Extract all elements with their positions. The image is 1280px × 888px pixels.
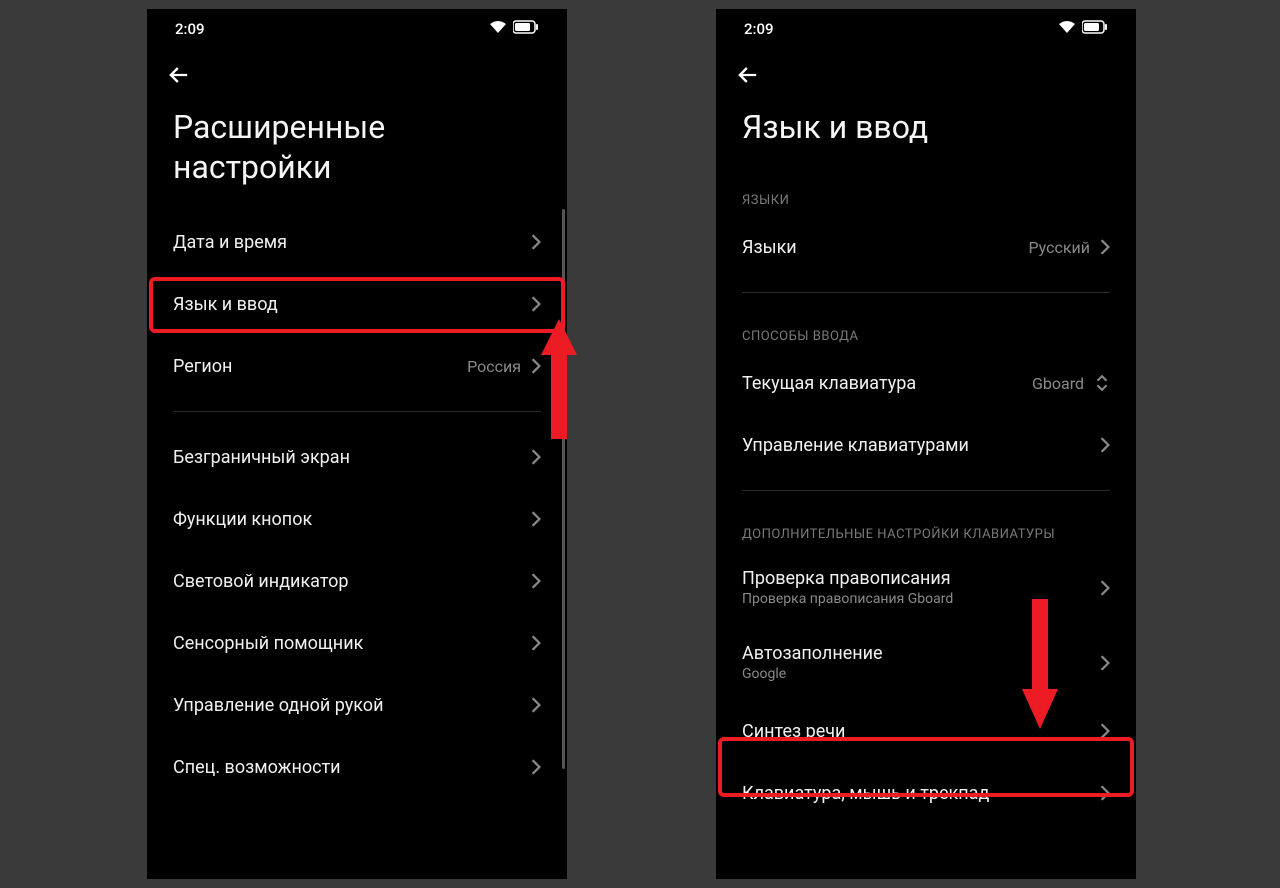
item-sensor-assist[interactable]: Сенсорный помощник (147, 612, 567, 674)
phone-screenshot-left: 2:09 Расширенные настройки Дата и время … (147, 9, 567, 879)
clock: 2:09 (175, 20, 205, 38)
status-bar: 2:09 (716, 9, 1136, 49)
item-label: Дата и время (173, 232, 287, 253)
status-icons (1052, 20, 1108, 38)
chevron-right-icon (531, 296, 541, 312)
section-header-languages: ЯЗЫКИ (716, 171, 1136, 216)
item-button-functions[interactable]: Функции кнопок (147, 488, 567, 550)
item-led[interactable]: Световой индикатор (147, 550, 567, 612)
item-label: Языки (742, 237, 797, 258)
clock: 2:09 (744, 20, 774, 38)
item-accessibility[interactable]: Спец. возможности (147, 736, 567, 798)
status-bar: 2:09 (147, 9, 567, 49)
chevron-right-icon (531, 511, 541, 527)
page-title: Расширенные настройки (147, 97, 567, 211)
chevron-right-icon (531, 449, 541, 465)
chevron-right-icon (1100, 580, 1110, 596)
chevron-right-icon (1100, 785, 1110, 801)
battery-icon (513, 20, 539, 38)
item-one-hand[interactable]: Управление одной рукой (147, 674, 567, 736)
item-value: Россия (467, 357, 521, 376)
item-value: Gboard (1032, 374, 1084, 393)
chevron-right-icon (531, 573, 541, 589)
item-label: Спец. возможности (173, 757, 341, 778)
back-button[interactable] (147, 49, 567, 97)
wifi-icon (489, 20, 507, 38)
item-fullscreen[interactable]: Безграничный экран (147, 426, 567, 488)
item-label: Световой индикатор (173, 571, 348, 592)
divider (173, 411, 541, 412)
chevron-right-icon (1100, 437, 1110, 453)
item-label: Текущая клавиатура (742, 373, 916, 394)
item-subtitle: Проверка правописания Gboard (742, 591, 953, 607)
item-label: Регион (173, 356, 232, 377)
chevron-right-icon (1100, 239, 1110, 255)
item-subtitle: Google (742, 666, 883, 682)
wifi-icon (1058, 20, 1076, 38)
battery-icon (1082, 20, 1108, 38)
item-label: Проверка правописания (742, 568, 953, 589)
section-header-input-methods: СПОСОБЫ ВВОДА (716, 307, 1136, 352)
item-spellcheck[interactable]: Проверка правописания Проверка правописа… (716, 550, 1136, 625)
divider (742, 490, 1110, 491)
item-value: Русский (1028, 238, 1090, 257)
page-title: Язык и ввод (716, 97, 1136, 171)
item-label: Клавиатура, мышь и трекпад (742, 783, 989, 804)
item-label: Управление клавиатурами (742, 435, 969, 456)
item-label: Синтез речи (742, 721, 845, 742)
item-label: Язык и ввод (173, 294, 278, 315)
item-keyboard-mouse-trackpad[interactable]: Клавиатура, мышь и трекпад (716, 762, 1136, 824)
item-tts[interactable]: Синтез речи (716, 700, 1136, 762)
divider (742, 292, 1110, 293)
item-label: Сенсорный помощник (173, 633, 363, 654)
status-icons (483, 20, 539, 38)
item-manage-keyboards[interactable]: Управление клавиатурами (716, 414, 1136, 476)
chevron-right-icon (531, 759, 541, 775)
item-autofill[interactable]: Автозаполнение Google (716, 625, 1136, 700)
chevron-right-icon (531, 234, 541, 250)
item-languages[interactable]: Языки Русский (716, 216, 1136, 278)
chevron-right-icon (531, 358, 541, 374)
chevron-right-icon (531, 697, 541, 713)
item-date-time[interactable]: Дата и время (147, 211, 567, 273)
item-language-input[interactable]: Язык и ввод (147, 273, 567, 335)
swap-icon (1094, 375, 1110, 391)
chevron-right-icon (1100, 655, 1110, 671)
item-current-keyboard[interactable]: Текущая клавиатура Gboard (716, 352, 1136, 414)
item-label: Безграничный экран (173, 447, 350, 468)
item-label: Автозаполнение (742, 643, 883, 664)
section-header-extra-keyboard: ДОПОЛНИТЕЛЬНЫЕ НАСТРОЙКИ КЛАВИАТУРЫ (716, 505, 1136, 550)
scrollbar[interactable] (562, 209, 565, 769)
chevron-right-icon (1100, 723, 1110, 739)
phone-screenshot-right: 2:09 Язык и ввод ЯЗЫКИ Языки Русский СПО… (716, 9, 1136, 879)
chevron-right-icon (531, 635, 541, 651)
item-label: Функции кнопок (173, 509, 312, 530)
item-region[interactable]: Регион Россия (147, 335, 567, 397)
item-label: Управление одной рукой (173, 695, 383, 716)
back-button[interactable] (716, 49, 1136, 97)
